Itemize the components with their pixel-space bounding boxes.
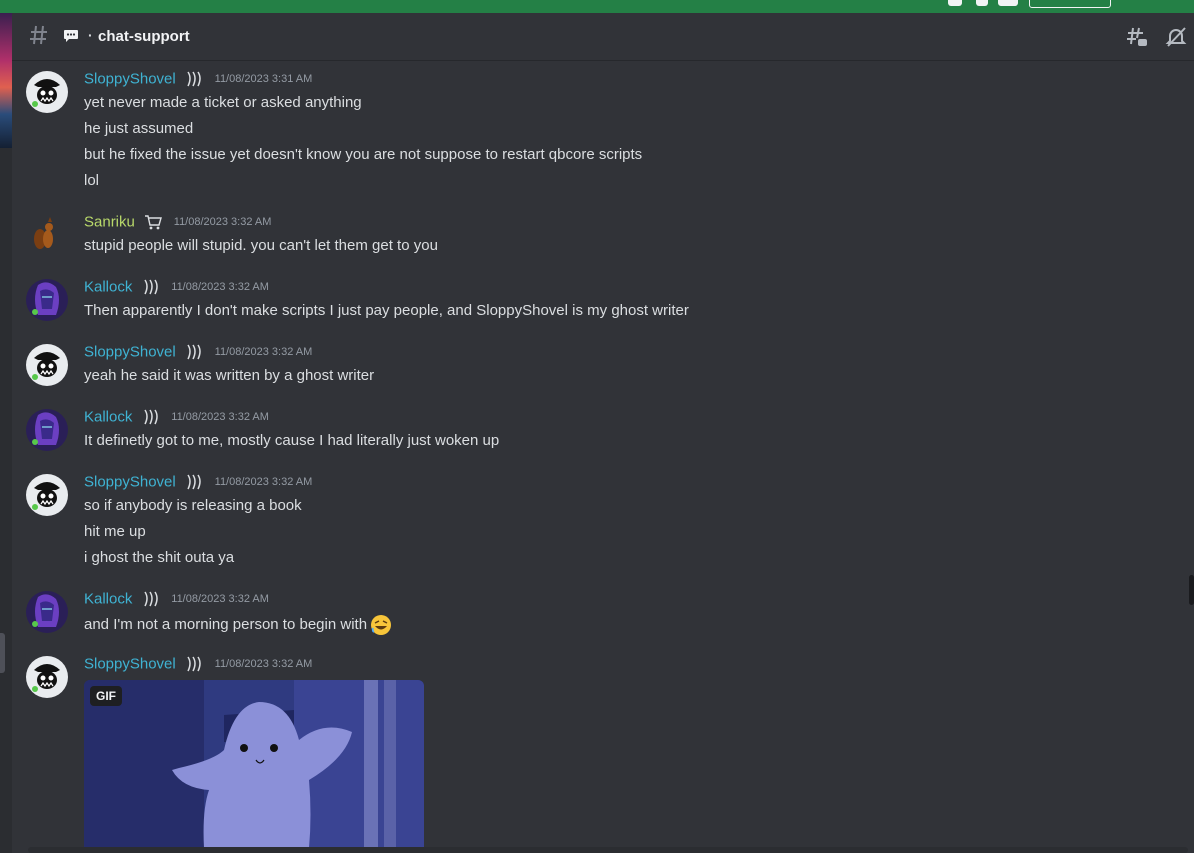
message-text: i ghost the shit outa ya <box>84 549 235 566</box>
banner-icon <box>976 0 988 6</box>
message-header: Kallock 11/08/2023 3:32 AM <box>84 408 269 430</box>
mute-bell-icon[interactable] <box>1165 26 1187 48</box>
message-text: so if anybody is releasing a book <box>84 497 302 514</box>
message-header: Kallock 11/08/2023 3:32 AM <box>84 278 269 300</box>
banner-icon <box>948 0 962 6</box>
message-text: but he fixed the issue yet doesn't know … <box>84 146 643 163</box>
vertical-scrollbar-thumb[interactable] <box>1189 575 1194 605</box>
message-text: hit me up <box>84 523 146 540</box>
kallock-avatar-icon <box>32 412 59 445</box>
timestamp: 11/08/2023 3:32 AM <box>171 281 269 293</box>
wave-tag-icon <box>144 591 158 607</box>
username[interactable]: Sanriku <box>84 214 135 231</box>
skull-avatar-icon <box>32 664 60 692</box>
message-text: he just assumed <box>84 120 194 137</box>
avatar[interactable] <box>26 656 68 698</box>
message-text-content: and I'm not a morning person to begin wi… <box>84 615 368 633</box>
username[interactable]: Kallock <box>84 591 132 608</box>
timestamp: 11/08/2023 3:32 AM <box>214 476 313 488</box>
username[interactable]: SloppyShovel <box>84 656 176 673</box>
skull-avatar-icon <box>32 352 60 380</box>
cart-icon <box>145 215 163 230</box>
wave-tag-icon <box>187 344 201 360</box>
message-text: yeah he said it was written by a ghost w… <box>84 367 375 384</box>
wave-tag-icon <box>187 71 201 87</box>
avatar[interactable] <box>26 409 68 451</box>
timestamp: 11/08/2023 3:32 AM <box>173 216 272 228</box>
kallock-avatar-icon <box>32 594 59 627</box>
timestamp: 11/08/2023 3:32 AM <box>214 658 313 670</box>
squirrel-avatar-icon <box>34 217 53 249</box>
avatar[interactable] <box>26 474 68 516</box>
wave-tag-icon <box>187 474 201 490</box>
channel-header: · chat-support <box>12 13 1194 61</box>
server-sidebar-edge <box>0 13 12 853</box>
skull-avatar-icon <box>32 482 60 510</box>
avatar[interactable] <box>26 213 68 255</box>
timestamp: 11/08/2023 3:31 AM <box>214 73 313 85</box>
message-header: SloppyShovel 11/08/2023 3:32 AM <box>84 473 312 495</box>
username[interactable]: Kallock <box>84 279 132 296</box>
banner-icon <box>998 0 1018 6</box>
timestamp: 11/08/2023 3:32 AM <box>171 411 269 423</box>
username[interactable]: SloppyShovel <box>84 474 176 491</box>
timestamp: 11/08/2023 3:32 AM <box>214 346 313 358</box>
message-text: and I'm not a morning person to begin wi… <box>84 614 392 636</box>
horizontal-scrollbar[interactable] <box>28 847 1188 853</box>
speech-bubble-icon <box>64 30 78 42</box>
message-header: SloppyShovel 11/08/2023 3:31 AM <box>84 70 312 92</box>
message-header: SloppyShovel 11/08/2023 3:32 AM <box>84 655 312 677</box>
message-header: Sanriku 11/08/2023 3:32 AM <box>84 213 271 235</box>
gif-badge: GIF <box>90 686 122 706</box>
rofl-emoji <box>371 615 392 635</box>
message-text: stupid people will stupid. you can't let… <box>84 237 438 254</box>
separator-dot: · <box>88 27 93 43</box>
avatar[interactable] <box>26 71 68 113</box>
kallock-avatar-icon <box>32 282 59 315</box>
avatar[interactable] <box>26 591 68 633</box>
avatar[interactable] <box>26 344 68 386</box>
username[interactable]: SloppyShovel <box>84 71 176 88</box>
username[interactable]: Kallock <box>84 409 132 426</box>
gif-attachment[interactable]: GIF <box>84 680 424 848</box>
message-header: Kallock 11/08/2023 3:32 AM <box>84 590 269 612</box>
server-banner-art <box>0 13 12 148</box>
channel-title: chat-support <box>98 28 190 45</box>
message-header: SloppyShovel 11/08/2023 3:32 AM <box>84 343 312 365</box>
message-text: Then apparently I don't make scripts I j… <box>84 302 689 319</box>
hash-icon <box>30 25 47 45</box>
avatar[interactable] <box>26 279 68 321</box>
top-banner <box>0 0 1194 13</box>
skull-avatar-icon <box>32 79 60 107</box>
message-text: lol <box>84 172 100 189</box>
username[interactable]: SloppyShovel <box>84 344 176 361</box>
banner-button[interactable] <box>1029 0 1111 8</box>
ghost-gif-image <box>84 680 424 848</box>
wave-tag-icon <box>144 279 158 295</box>
threads-icon[interactable] <box>1126 26 1148 48</box>
sidebar-scroll-notch <box>0 633 5 673</box>
message-text: It definetly got to me, mostly cause I h… <box>84 432 500 449</box>
wave-tag-icon <box>187 656 201 672</box>
timestamp: 11/08/2023 3:32 AM <box>171 593 269 605</box>
message-text: yet never made a ticket or asked anythin… <box>84 94 362 111</box>
wave-tag-icon <box>144 409 158 425</box>
